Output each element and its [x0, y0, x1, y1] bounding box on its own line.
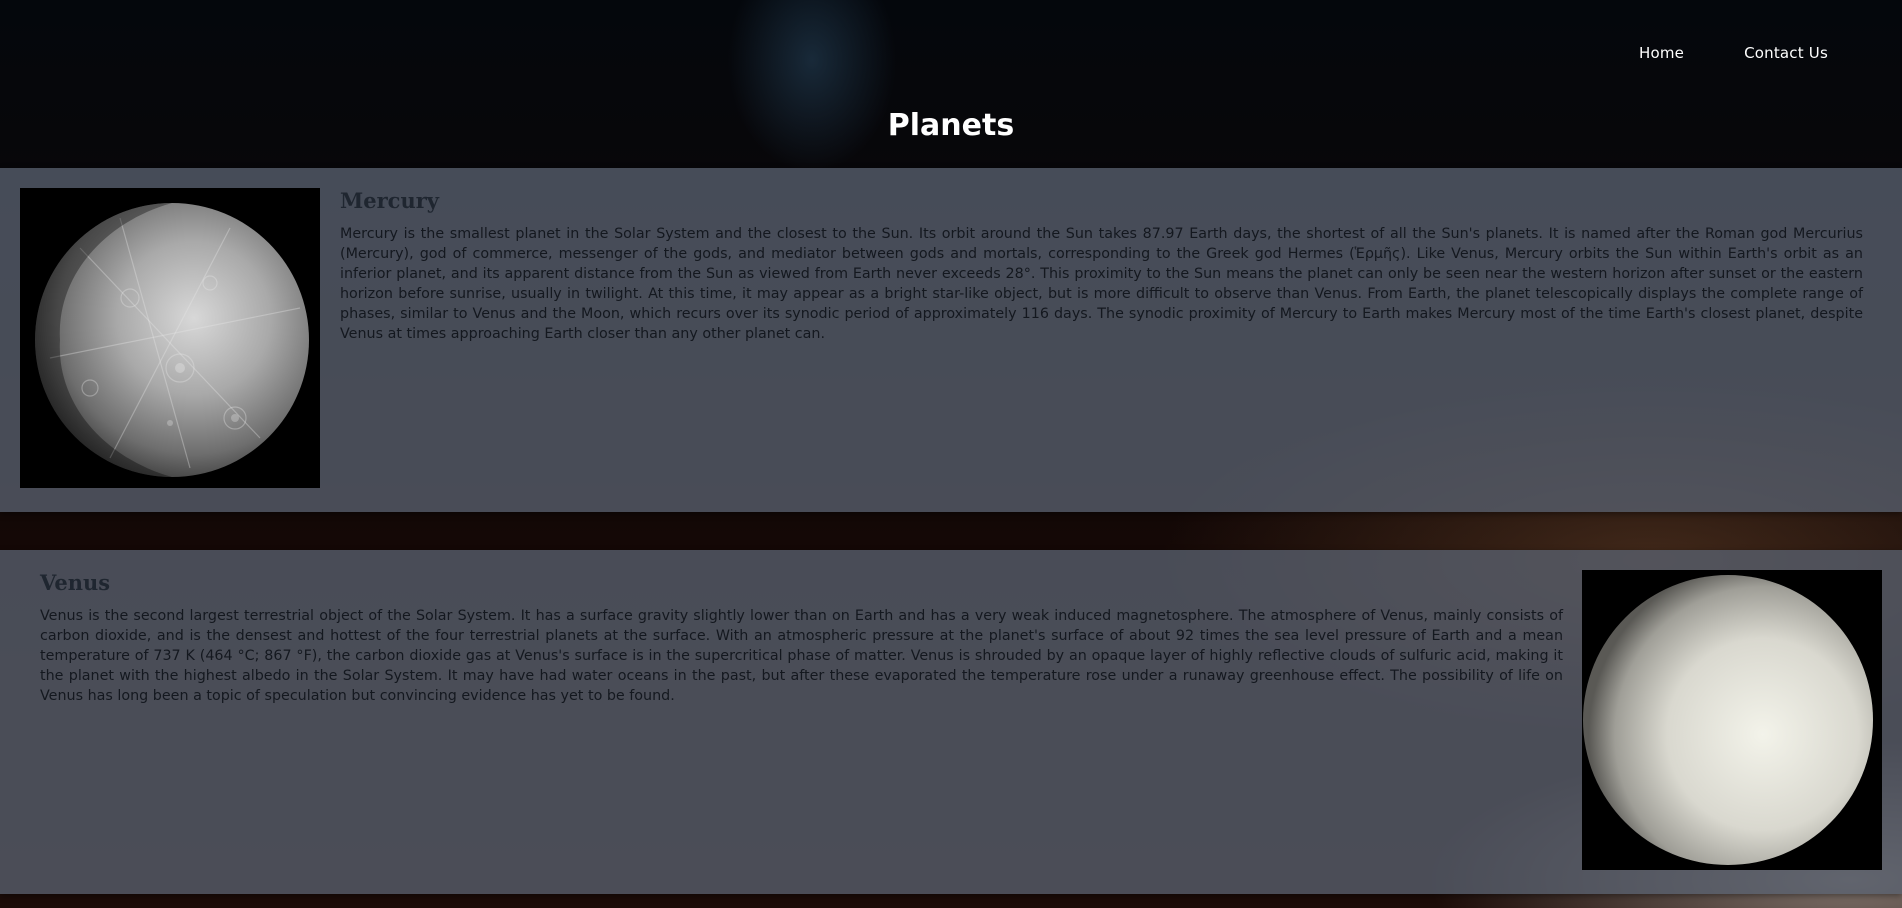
planet-name: Venus [40, 570, 111, 595]
planet-description: Venus is the second largest terrestrial … [40, 608, 1563, 704]
page-title: Planets [887, 108, 1015, 143]
mercury-image-svg [20, 188, 320, 488]
planet-card-mercury: Mercury Mercury is the smallest planet i… [0, 168, 1902, 512]
venus-image-svg [1582, 570, 1882, 870]
venus-planet-image [1582, 570, 1882, 870]
planet-description: Mercury is the smallest planet in the So… [340, 226, 1863, 342]
nav-home-link[interactable]: Home [1639, 44, 1684, 62]
planet-card-venus: Venus Venus is the second largest terres… [0, 550, 1902, 894]
mercury-planet-image [20, 188, 320, 488]
planet-name: Mercury [340, 188, 439, 213]
nav-contact-link[interactable]: Contact Us [1744, 44, 1828, 62]
top-nav: Home Contact Us [1639, 44, 1828, 62]
